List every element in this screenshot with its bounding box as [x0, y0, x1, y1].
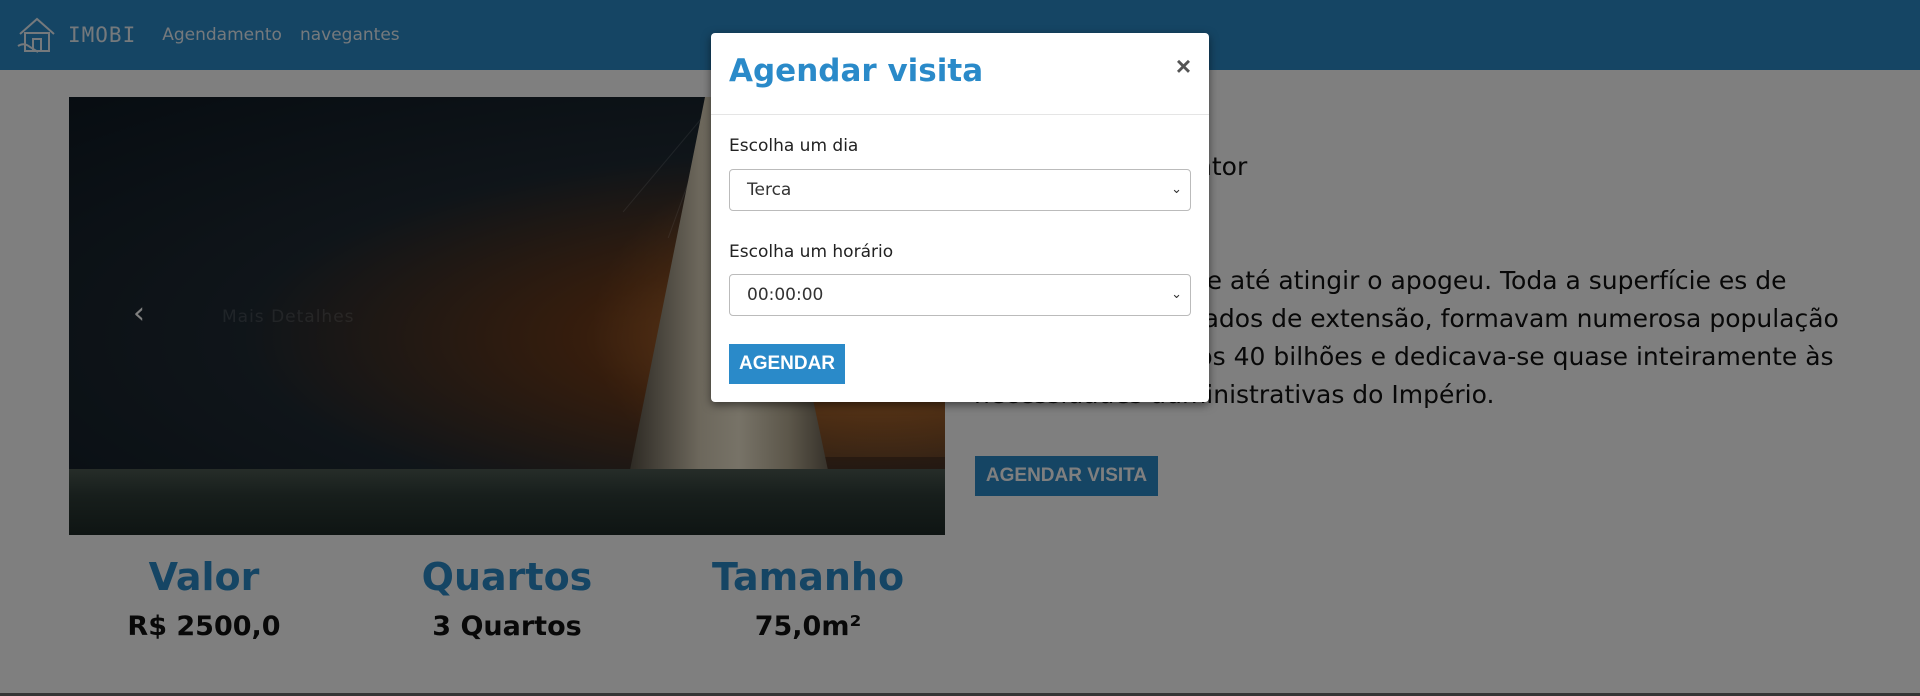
- schedule-visit-modal: Agendar visita × Escolha um dia Terca ⌄ …: [711, 33, 1209, 402]
- time-select[interactable]: 00:00:00 ⌄: [729, 274, 1191, 316]
- day-select-value: Terca: [747, 180, 792, 200]
- modal-header: Agendar visita ×: [711, 33, 1209, 115]
- time-label: Escolha um horário: [729, 242, 894, 262]
- time-select-value: 00:00:00: [747, 285, 824, 305]
- day-select[interactable]: Terca ⌄: [729, 169, 1191, 211]
- chevron-down-icon: ⌄: [1171, 182, 1182, 197]
- modal-title: Agendar visita: [729, 53, 984, 89]
- day-label: Escolha um dia: [729, 136, 859, 156]
- close-icon[interactable]: ×: [1176, 51, 1191, 82]
- agendar-submit-button[interactable]: AGENDAR: [729, 344, 845, 384]
- chevron-down-icon: ⌄: [1171, 287, 1182, 302]
